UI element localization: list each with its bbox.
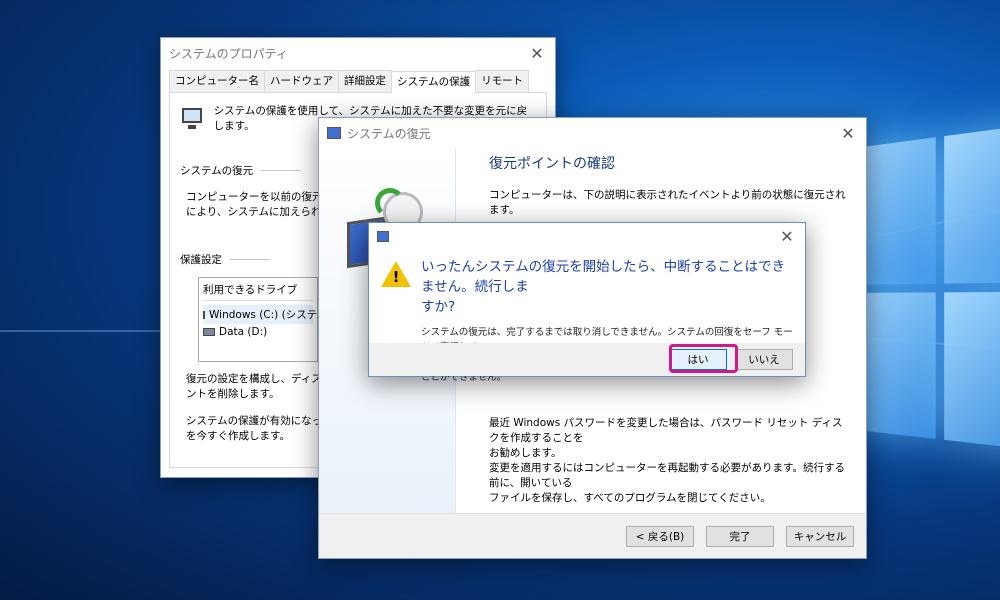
- tab-hardware[interactable]: ハードウェア: [264, 70, 339, 92]
- restore-app-icon: [377, 230, 389, 242]
- drive-label: Data (D:): [219, 326, 268, 338]
- tab-computer-name[interactable]: コンピューター名: [169, 70, 265, 92]
- wizard-heading: 復元ポイントの確認: [489, 156, 615, 172]
- drive-item-d[interactable]: Data (D:): [203, 324, 313, 340]
- wizard-content: 復元ポイントの確認 コンピューターは、下の説明に表示されたイベントより前の状態に…: [489, 148, 846, 217]
- confirm-heading-line-2: すか?: [421, 299, 456, 315]
- system-drive-icon: [203, 310, 205, 319]
- wizard-subtitle: コンピューターは、下の説明に表示されたイベントより前の状態に復元されます。: [489, 189, 846, 216]
- confirm-dialog-titlebar[interactable]: ✕: [369, 223, 805, 249]
- close-icon[interactable]: ✕: [830, 118, 866, 148]
- system-restore-title: システムの復元: [347, 126, 431, 141]
- tab-remote[interactable]: リモート: [475, 70, 530, 92]
- password-note: 最近 Windows パスワードを変更した場合は、パスワード リセット ディスク…: [489, 416, 846, 461]
- computer-icon: [180, 106, 204, 130]
- tab-system-protection[interactable]: システムの保護: [391, 71, 477, 93]
- tab-advanced[interactable]: 詳細設定: [338, 70, 392, 92]
- confirm-dialog: ✕ ! いったんシステムの復元を開始したら、中断することはできません。続行しま …: [368, 222, 806, 383]
- wizard-footer: < 戻る(B) 完了 キャンセル: [319, 513, 866, 558]
- close-icon[interactable]: ✕: [769, 221, 805, 251]
- cancel-button[interactable]: キャンセル: [786, 525, 854, 547]
- no-button[interactable]: いいえ: [735, 349, 793, 370]
- drive-label: Windows (C:) (システム): [209, 309, 332, 321]
- system-restore-titlebar[interactable]: システムの復元 ✕: [319, 118, 866, 148]
- drives-list[interactable]: 利用できるドライブ Windows (C:) (システム) Data (D:): [198, 277, 332, 362]
- restart-note: 変更を適用するにはコンピューターを再起動する必要があります。続行する前に、開いて…: [489, 461, 846, 506]
- back-button[interactable]: < 戻る(B): [626, 525, 694, 547]
- protection-group-title: 保護設定: [180, 254, 222, 266]
- finish-button[interactable]: 完了: [706, 525, 774, 547]
- drive-item-c[interactable]: Windows (C:) (システム): [203, 305, 332, 324]
- restore-group-title: システムの復元: [180, 165, 254, 177]
- restart-note-line-2: ファイルを保存し、すべてのプログラムを閉じてください。: [489, 492, 771, 504]
- password-note-line-1: 最近 Windows パスワードを変更した場合は、パスワード リセット ディスク…: [489, 417, 843, 444]
- drive-icon: [203, 328, 215, 336]
- restore-app-icon: [327, 127, 341, 139]
- drives-column-header[interactable]: 利用できるドライブ: [203, 282, 313, 301]
- tab-bar: コンピューター名 ハードウェア 詳細設定 システムの保護 リモート: [169, 70, 547, 93]
- close-icon[interactable]: ✕: [519, 38, 555, 68]
- password-note-line-2: お勧めします。: [489, 447, 562, 459]
- restart-note-line-1: 変更を適用するにはコンピューターを再起動する必要があります。続行する前に、開いて…: [489, 462, 845, 489]
- yes-button-highlight: [669, 344, 738, 373]
- system-properties-title: システムのプロパティ: [169, 46, 288, 61]
- confirm-heading: いったんシステムの復元を開始したら、中断することはできません。続行しま すか?: [421, 257, 793, 317]
- confirm-dialog-footer: はい いいえ: [369, 343, 805, 376]
- system-properties-titlebar[interactable]: システムのプロパティ ✕: [161, 38, 555, 68]
- confirm-heading-line-1: いったんシステムの復元を開始したら、中断することはできません。続行しま: [421, 259, 786, 295]
- warning-icon: !: [381, 261, 411, 289]
